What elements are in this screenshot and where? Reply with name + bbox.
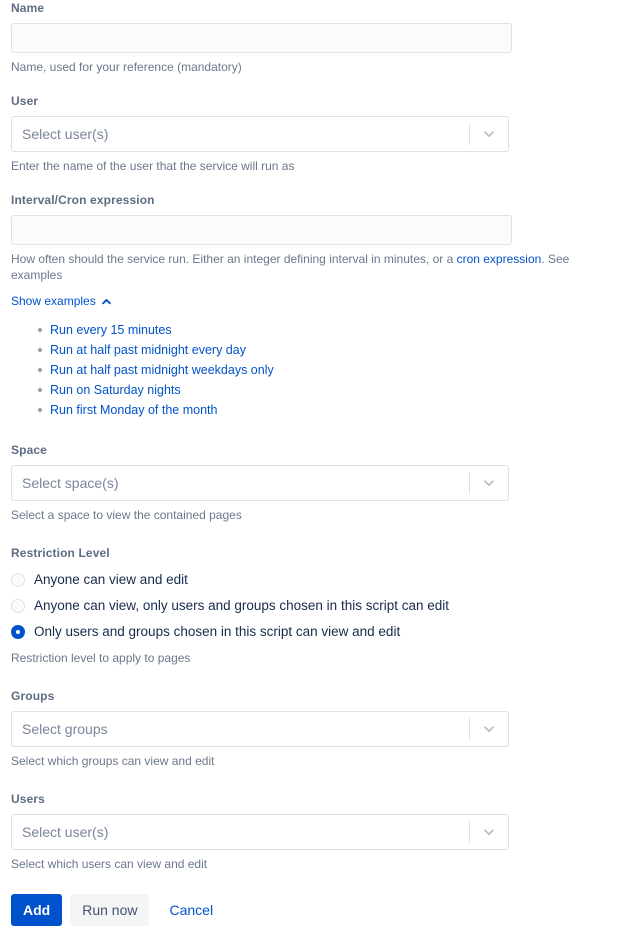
run-now-button[interactable]: Run now	[70, 894, 150, 926]
show-examples-toggle[interactable]: Show examples	[11, 294, 112, 308]
space-label: Space	[11, 443, 47, 457]
chevron-down-icon[interactable]	[470, 117, 508, 151]
chevron-up-icon	[101, 296, 112, 307]
groups-select-placeholder: Select groups	[22, 721, 108, 737]
list-item[interactable]: Run every 15 minutes	[38, 320, 619, 340]
user-label: User	[11, 94, 39, 108]
users-label: Users	[11, 792, 45, 806]
example-link[interactable]: Run at half past midnight every day	[50, 343, 246, 357]
user-select[interactable]: Select user(s)	[11, 116, 509, 152]
user-select-placeholder: Select user(s)	[22, 126, 109, 142]
users-help-text: Select which users can view and edit	[11, 857, 208, 871]
space-help-text: Select a space to view the contained pag…	[11, 508, 242, 522]
cron-expression-link[interactable]: cron expression	[457, 252, 542, 266]
chevron-down-icon[interactable]	[470, 815, 508, 849]
radio-icon-selected	[11, 625, 25, 639]
example-link[interactable]: Run on Saturday nights	[50, 383, 181, 397]
users-select-placeholder: Select user(s)	[22, 824, 109, 840]
space-select-placeholder: Select space(s)	[22, 475, 119, 491]
groups-help-text: Select which groups can view and edit	[11, 754, 215, 768]
field-restriction-level: Restriction Level Anyone can view and ed…	[11, 545, 619, 666]
scheduled-job-form: Name Name, used for your reference (mand…	[0, 0, 619, 926]
example-link[interactable]: Run at half past midnight weekdays only	[50, 363, 274, 377]
cancel-button[interactable]: Cancel	[157, 894, 225, 926]
name-input[interactable]	[11, 23, 512, 53]
groups-select[interactable]: Select groups	[11, 711, 509, 747]
radio-icon	[11, 573, 25, 587]
field-users: Users Select user(s) Select which users …	[11, 791, 619, 872]
radio-label: Anyone can view, only users and groups c…	[34, 598, 449, 613]
name-help-text: Name, used for your reference (mandatory…	[11, 60, 242, 74]
field-space: Space Select space(s) Select a space to …	[11, 442, 619, 523]
space-select[interactable]: Select space(s)	[11, 465, 509, 501]
field-interval: Interval/Cron expression How often shoul…	[11, 192, 619, 420]
list-item[interactable]: Run at half past midnight every day	[38, 340, 619, 360]
restriction-level-label: Restriction Level	[11, 546, 110, 560]
chevron-down-icon[interactable]	[470, 466, 508, 500]
groups-label: Groups	[11, 689, 55, 703]
interval-input[interactable]	[11, 215, 512, 245]
radio-option-script-only-view-edit[interactable]: Only users and groups chosen in this scr…	[11, 620, 619, 644]
users-select[interactable]: Select user(s)	[11, 814, 509, 850]
radio-label: Only users and groups chosen in this scr…	[34, 624, 401, 639]
radio-icon	[11, 599, 25, 613]
example-link[interactable]: Run first Monday of the month	[50, 403, 217, 417]
chevron-down-icon[interactable]	[470, 712, 508, 746]
form-footer: Add Run now Cancel	[11, 894, 619, 926]
cron-examples-list: Run every 15 minutes Run at half past mi…	[11, 320, 619, 420]
example-link[interactable]: Run every 15 minutes	[50, 323, 172, 337]
radio-option-anyone-view-edit[interactable]: Anyone can view and edit	[11, 568, 619, 592]
name-label: Name	[11, 1, 45, 15]
user-help-text: Enter the name of the user that the serv…	[11, 159, 295, 173]
show-examples-label: Show examples	[11, 294, 96, 308]
radio-label: Anyone can view and edit	[34, 572, 188, 587]
field-user: User Select user(s) Enter the name of th…	[11, 93, 619, 174]
list-item[interactable]: Run on Saturday nights	[38, 380, 619, 400]
list-item[interactable]: Run first Monday of the month	[38, 400, 619, 420]
restriction-level-radio-group: Anyone can view and edit Anyone can view…	[11, 568, 619, 644]
list-item[interactable]: Run at half past midnight weekdays only	[38, 360, 619, 380]
interval-label: Interval/Cron expression	[11, 193, 155, 207]
interval-help-text: How often should the service run. Either…	[11, 251, 619, 283]
field-name: Name Name, used for your reference (mand…	[11, 0, 619, 75]
field-groups: Groups Select groups Select which groups…	[11, 688, 619, 769]
restriction-level-help-text: Restriction level to apply to pages	[11, 651, 191, 665]
interval-help-before: How often should the service run. Either…	[11, 252, 457, 266]
radio-option-anyone-view-script-edit[interactable]: Anyone can view, only users and groups c…	[11, 594, 619, 618]
add-button[interactable]: Add	[11, 894, 63, 926]
